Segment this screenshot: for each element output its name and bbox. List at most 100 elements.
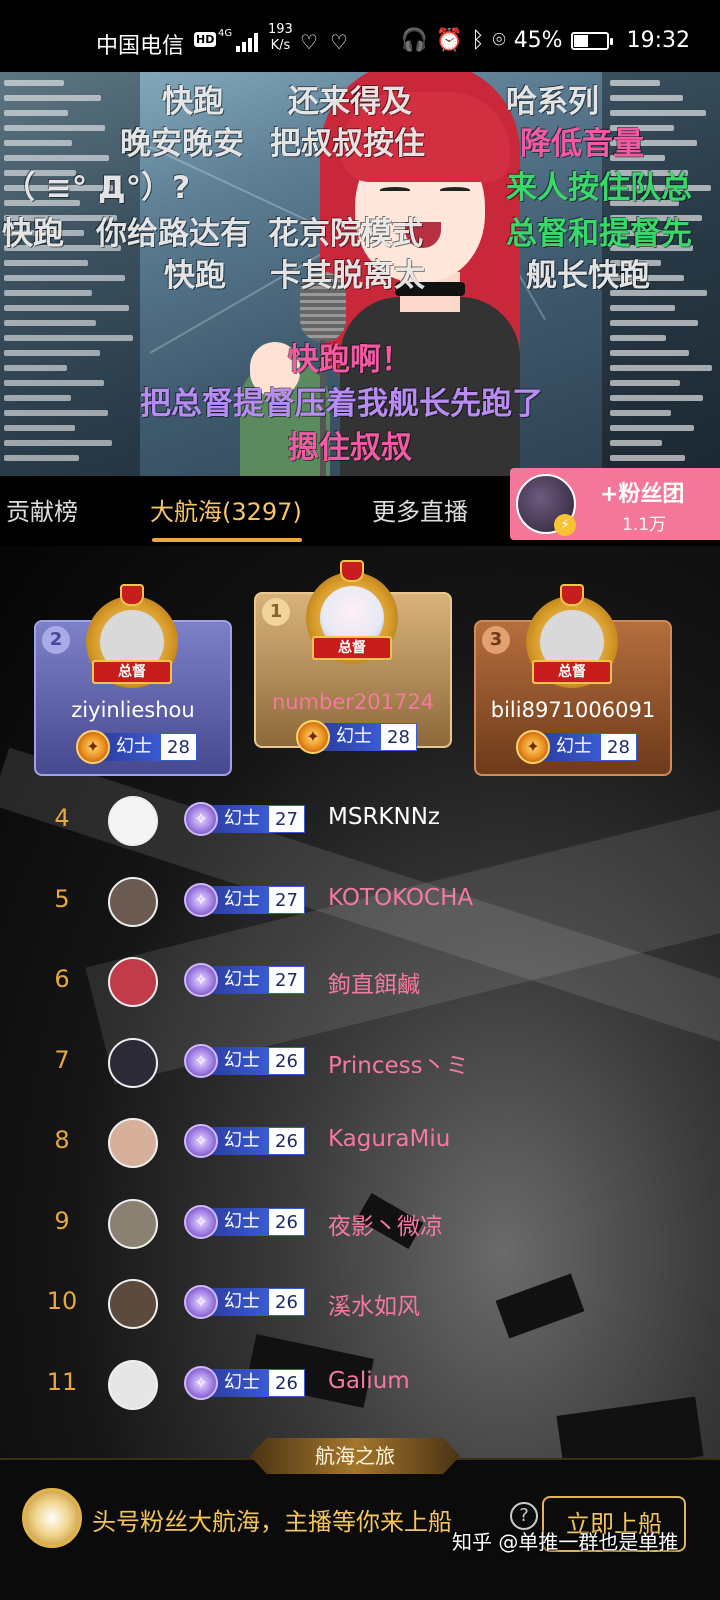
avatar[interactable] (108, 1037, 158, 1088)
title-ribbon: 总督 (92, 660, 172, 684)
governor-medal: 总督 (526, 584, 618, 688)
chat-line (4, 380, 104, 386)
active-tab-indicator (152, 538, 302, 542)
rank-number: 5 (54, 884, 70, 913)
badge-level: 27 (268, 805, 305, 833)
chat-line (4, 410, 108, 416)
bluetooth-icon: ᛒ (471, 28, 485, 53)
chat-line (4, 305, 129, 311)
badge-level: 26 (268, 1046, 305, 1075)
badge-level: 28 (380, 723, 417, 751)
crown-icon (560, 584, 584, 606)
governor-medal: 总督 (306, 560, 398, 664)
chat-line (4, 455, 79, 461)
ranking-row[interactable]: 10 幻士26 溪水如风 (0, 1265, 720, 1345)
danmaku-comment: 总督和提督先 (506, 216, 692, 252)
ship-wheel-icon (184, 1365, 218, 1400)
guard-badge: 幻士 28 (296, 720, 417, 754)
chat-line (4, 110, 68, 116)
badge-level: 27 (268, 966, 305, 994)
crown-icon (340, 560, 364, 582)
avatar[interactable] (108, 1198, 158, 1249)
avatar[interactable] (108, 1279, 158, 1329)
avatar[interactable] (108, 796, 158, 846)
live-video-player[interactable]: 快跑 还来得及 哈系列 晚安晚安 把叔叔按住 降低音量（ ≡° Д°）? 来人按住队总 快跑你… (0, 72, 720, 476)
username: bili8971006091 (490, 698, 656, 722)
crown-icon (120, 584, 144, 606)
username: number201724 (271, 690, 435, 714)
ship-wheel-icon (184, 963, 218, 997)
username: 溪水如风 (328, 1294, 420, 1320)
avatar[interactable] (108, 1118, 158, 1168)
username: Galium (328, 1367, 410, 1394)
badge-level: 26 (268, 1207, 305, 1236)
avatar[interactable] (108, 957, 158, 1007)
danmaku-comment: 快跑 (162, 84, 224, 120)
ship-wheel-icon (184, 1043, 218, 1078)
badge-label: 幻士 (210, 1127, 268, 1155)
ranking-row[interactable]: 11 幻士26 Galium (0, 1346, 720, 1426)
chat-line (610, 440, 662, 446)
rank-number: 1 (262, 598, 290, 626)
chat-line (610, 365, 712, 371)
danmaku-comment: 快跑 (2, 216, 64, 252)
ranking-row[interactable]: 9 幻士26 夜影丶微凉 (0, 1185, 720, 1265)
chat-line (4, 290, 92, 296)
chat-line (4, 140, 72, 146)
embedded-chat-left (0, 72, 140, 476)
danmaku-comment: 花京院模式 (268, 216, 423, 252)
ranking-row[interactable]: 7 幻士26 Princess丶ミ (0, 1024, 720, 1104)
username: 鉤直餌鹹 (328, 972, 420, 998)
battery-icon (570, 31, 613, 50)
chat-line (4, 365, 67, 371)
guard-badge: 幻士26 (184, 1285, 305, 1319)
chat-line (610, 455, 685, 461)
rank-number: 10 (46, 1287, 78, 1315)
avatar-eye (440, 187, 470, 193)
rank-number: 4 (54, 804, 70, 832)
ship-wheel-icon (184, 1285, 218, 1319)
badge-label: 幻士 (210, 1207, 268, 1236)
guard-badge: 幻士 28 (76, 730, 197, 764)
ranking-row[interactable]: 6 幻士27 鉤直餌鹹 (0, 943, 720, 1023)
badge-label: 幻士 (210, 1046, 268, 1075)
danmaku-comment: 晚安晚安 (120, 126, 244, 162)
avatar[interactable] (108, 1359, 158, 1410)
chat-line (4, 260, 88, 266)
clock: 19:32 (626, 28, 690, 53)
voyage-journey-tab[interactable]: 航海之旅 (250, 1438, 460, 1474)
chat-line (4, 80, 64, 86)
rank-number: 7 (54, 1045, 70, 1074)
badge-label: 幻士 (542, 733, 600, 761)
alarm-icon: ⏰ (435, 28, 464, 53)
tab-voyage[interactable]: 大航海(3297) (150, 492, 302, 527)
ship-wheel-icon (516, 730, 550, 764)
ranking-row[interactable]: 8 幻士26 KaguraMiu (0, 1104, 720, 1184)
badge-label: 幻士 (210, 885, 268, 914)
tab-more-live[interactable]: 更多直播 (372, 492, 468, 527)
chat-line (610, 410, 671, 416)
ranking-row[interactable]: 5 幻士27 KOTOKOCHA (0, 863, 720, 943)
rank-number: 8 (54, 1126, 70, 1154)
rank-number: 2 (42, 626, 70, 654)
rank-number: 3 (482, 626, 510, 654)
tab-contribution[interactable]: 贡献榜 (6, 492, 78, 527)
network-speed-unit: K/s (270, 38, 291, 53)
badge-label: 幻士 (210, 966, 268, 994)
danmaku-comment: 快跑啊！ (288, 342, 412, 378)
danmaku-comment: 你给路达有 (96, 216, 251, 252)
avatar[interactable] (108, 876, 158, 927)
fan-club-button[interactable]: ⚡ +粉丝团 1.1万 (510, 468, 720, 540)
badge-level: 27 (268, 885, 305, 914)
danmaku-comment: 把叔叔按住 (270, 126, 425, 162)
rank-number: 6 (54, 965, 70, 993)
danmaku-comment: 摁住叔叔 (288, 430, 412, 466)
voyage-ranking[interactable]: 2 ziyinlieshou 幻士 28 总督 1 number201724 幻… (0, 546, 720, 1490)
badge-level: 26 (268, 1127, 305, 1155)
guard-badge: 幻士27 (184, 882, 305, 917)
status-right: 🎧 ⏰ ᛒ ⌾ 45% 19:32 (400, 28, 690, 53)
rank-number: 9 (54, 1206, 70, 1235)
ranking-row[interactable]: 4 幻士27 MSRKNNz (0, 782, 720, 862)
chat-line (4, 275, 125, 281)
ship-wheel-icon (184, 1204, 218, 1239)
